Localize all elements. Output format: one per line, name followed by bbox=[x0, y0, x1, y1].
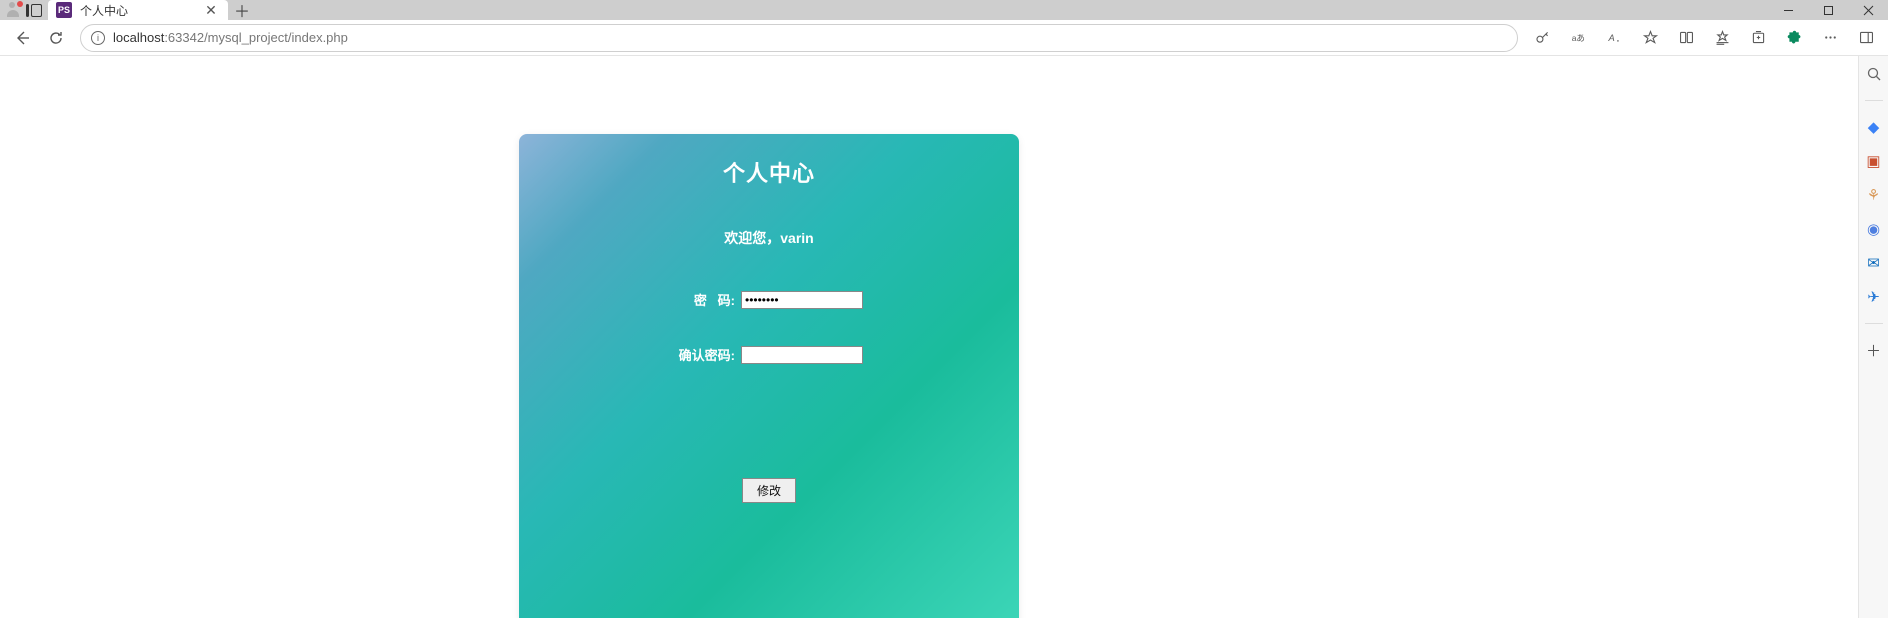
welcome-prefix: 欢迎您， bbox=[724, 230, 780, 246]
welcome-text: 欢迎您，varin bbox=[519, 228, 1019, 248]
translate-icon[interactable]: aあ bbox=[1562, 22, 1594, 54]
sidebar-tool-4-icon[interactable]: ◉ bbox=[1864, 219, 1884, 239]
close-window-button[interactable] bbox=[1848, 0, 1888, 20]
svg-text:A: A bbox=[1607, 33, 1614, 43]
address-bar[interactable]: i localhost:63342/mysql_project/index.ph… bbox=[80, 24, 1518, 52]
browser-toolbar: i localhost:63342/mysql_project/index.ph… bbox=[0, 20, 1888, 56]
favorite-icon[interactable] bbox=[1634, 22, 1666, 54]
sidebar-tool-2-icon[interactable]: ▣ bbox=[1864, 151, 1884, 171]
password-icon[interactable] bbox=[1526, 22, 1558, 54]
password-label: 密 码: bbox=[675, 290, 735, 309]
confirm-password-input[interactable] bbox=[741, 346, 863, 364]
site-info-icon[interactable]: i bbox=[91, 31, 105, 45]
profile-icon[interactable] bbox=[6, 2, 22, 18]
tab-strip: PS 个人中心 ✕ ＋ bbox=[0, 0, 256, 20]
content-area: 个人中心 欢迎您，varin 密 码: 确认密码: 修改 ◆ ▣ ⚘ ◉ ✉ bbox=[0, 56, 1888, 618]
url-path: :63342/mysql_project/index.php bbox=[164, 30, 348, 45]
confirm-password-label: 确认密码: bbox=[675, 345, 735, 364]
browser-tab[interactable]: PS 个人中心 ✕ bbox=[48, 0, 228, 20]
split-screen-icon[interactable] bbox=[1670, 22, 1702, 54]
confirm-password-row: 确认密码: bbox=[519, 345, 1019, 364]
favorites-list-icon[interactable] bbox=[1706, 22, 1738, 54]
sidebar-separator bbox=[1865, 323, 1883, 324]
notification-dot-icon bbox=[17, 1, 23, 7]
profile-card: 个人中心 欢迎您，varin 密 码: 确认密码: 修改 bbox=[519, 134, 1019, 618]
welcome-username: varin bbox=[780, 230, 813, 246]
window-controls bbox=[1768, 0, 1888, 20]
window-titlebar: PS 个人中心 ✕ ＋ bbox=[0, 0, 1888, 20]
svg-text:aあ: aあ bbox=[1571, 33, 1584, 43]
collections-icon[interactable] bbox=[1742, 22, 1774, 54]
minimize-button[interactable] bbox=[1768, 0, 1808, 20]
sidebar-search-icon[interactable] bbox=[1864, 64, 1884, 84]
refresh-button[interactable] bbox=[40, 22, 72, 54]
password-input[interactable] bbox=[741, 291, 863, 309]
read-aloud-icon[interactable]: A bbox=[1598, 22, 1630, 54]
submit-button[interactable]: 修改 bbox=[742, 478, 796, 503]
sidebar-tool-3-icon[interactable]: ⚘ bbox=[1864, 185, 1884, 205]
right-sidebar: ◆ ▣ ⚘ ◉ ✉ ✈ ＋ bbox=[1858, 56, 1888, 618]
url-host: localhost bbox=[113, 30, 164, 45]
tab-favicon-icon: PS bbox=[56, 2, 72, 18]
more-menu-button[interactable] bbox=[1814, 22, 1846, 54]
new-tab-button[interactable]: ＋ bbox=[228, 0, 256, 20]
tab-title: 个人中心 bbox=[80, 2, 196, 19]
back-button[interactable] bbox=[6, 22, 38, 54]
card-title: 个人中心 bbox=[519, 156, 1019, 188]
sidebar-toggle-icon[interactable] bbox=[1850, 22, 1882, 54]
sidebar-separator bbox=[1865, 100, 1883, 101]
sidebar-outlook-icon[interactable]: ✉ bbox=[1864, 253, 1884, 273]
page-viewport: 个人中心 欢迎您，varin 密 码: 确认密码: 修改 bbox=[0, 56, 1858, 618]
tab-prefix-controls bbox=[0, 2, 48, 18]
maximize-button[interactable] bbox=[1808, 0, 1848, 20]
tab-close-button[interactable]: ✕ bbox=[204, 3, 218, 17]
sidebar-tool-5-icon[interactable]: ✈ bbox=[1864, 287, 1884, 307]
sidebar-add-icon[interactable]: ＋ bbox=[1864, 340, 1884, 360]
toolbar-actions: aあ A bbox=[1526, 22, 1882, 54]
password-row: 密 码: bbox=[519, 290, 1019, 309]
tab-actions-icon[interactable] bbox=[26, 4, 42, 17]
sidebar-tool-1-icon[interactable]: ◆ bbox=[1864, 117, 1884, 137]
extensions-icon[interactable] bbox=[1778, 22, 1810, 54]
url-text: localhost:63342/mysql_project/index.php bbox=[113, 30, 348, 45]
